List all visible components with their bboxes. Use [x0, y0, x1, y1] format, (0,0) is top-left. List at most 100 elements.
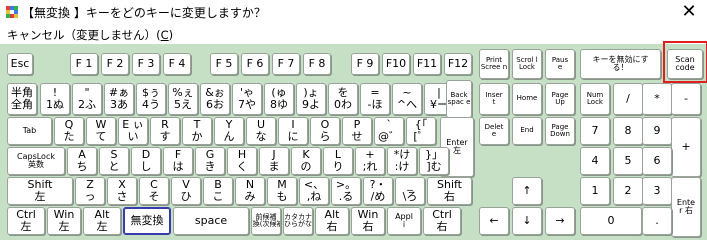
key-space[interactable]: space	[173, 207, 249, 235]
key-hankaku[interactable]: 半角 全角	[7, 83, 37, 115]
key-kj[interactable]: Jま	[259, 147, 289, 175]
key-delete[interactable]: Delet e	[479, 117, 509, 145]
key-lshift[interactable]: Shift 左	[7, 177, 73, 205]
close-icon[interactable]: ✕	[675, 1, 703, 23]
key-num5[interactable]: 5	[613, 147, 643, 175]
key-kk[interactable]: Kの	[291, 147, 321, 175]
key-kbracketl[interactable]: {「 [゜	[406, 117, 436, 145]
key-esc[interactable]: Esc	[7, 53, 33, 75]
key-kcomma[interactable]: <、 ,ね	[299, 177, 329, 205]
key-kx[interactable]: Xさ	[107, 177, 137, 205]
key-ks[interactable]: Sと	[99, 147, 129, 175]
key-lalt[interactable]: Alt 左	[83, 207, 121, 235]
key-insert[interactable]: Inser t	[479, 83, 509, 115]
key-ki[interactable]: Iに	[278, 117, 308, 145]
key-numenter[interactable]: Ente r 右	[671, 177, 701, 237]
key-kminus[interactable]: = -ほ	[360, 83, 390, 115]
cancel-menu-item[interactable]: キャンセル（変更しません）(C)	[7, 27, 173, 43]
key-k6[interactable]: &ぉ 6お	[200, 83, 230, 115]
key-k1[interactable]: ! 1ぬ	[40, 83, 70, 115]
key-kg[interactable]: Gき	[195, 147, 225, 175]
key-up[interactable]: ↑	[512, 177, 542, 205]
key-pause[interactable]: Paus e	[545, 49, 575, 79]
key-numminus[interactable]: -	[671, 83, 701, 115]
key-f12[interactable]: F12	[444, 53, 472, 75]
key-ralt[interactable]: Alt 右	[315, 207, 349, 235]
key-num1[interactable]: 1	[580, 177, 610, 205]
key-pageup[interactable]: Page Up	[545, 83, 575, 115]
key-num0[interactable]: 0	[580, 207, 642, 235]
key-numplus[interactable]: +	[671, 117, 701, 177]
key-kbackslash[interactable]: _ \ろ	[395, 177, 425, 205]
key-ke[interactable]: E ぃい	[118, 117, 148, 145]
key-k8[interactable]: (ゅ 8ゆ	[264, 83, 294, 115]
key-f7[interactable]: F 7	[272, 53, 300, 75]
key-scrolllock[interactable]: Scrol l Lock	[512, 49, 542, 79]
key-f8[interactable]: F 8	[303, 53, 331, 75]
key-kat[interactable]: ` @゛	[374, 117, 404, 145]
key-k0[interactable]: を 0わ	[328, 83, 358, 115]
key-kq[interactable]: Qた	[54, 117, 84, 145]
key-kslash[interactable]: ?・/め	[363, 177, 393, 205]
key-rwin[interactable]: Win 右	[351, 207, 385, 235]
key-kz[interactable]: Zっ	[75, 177, 105, 205]
key-f4[interactable]: F 4	[163, 53, 191, 75]
key-ka[interactable]: Aち	[67, 147, 97, 175]
key-right[interactable]: →	[545, 207, 575, 235]
key-rctrl[interactable]: Ctrl 右	[423, 207, 461, 235]
key-kd[interactable]: Dし	[131, 147, 161, 175]
key-f3[interactable]: F 3	[132, 53, 160, 75]
key-num3[interactable]: 3	[642, 177, 672, 205]
key-kana[interactable]: カタカナ ひらがな	[283, 207, 313, 235]
key-k7[interactable]: 'ゃ 7や	[232, 83, 262, 115]
key-end[interactable]: End	[512, 117, 542, 145]
key-num7[interactable]: 7	[580, 117, 610, 145]
key-kb[interactable]: Bこ	[203, 177, 233, 205]
key-numdot[interactable]: .	[642, 207, 672, 235]
key-kcaret[interactable]: ~ ^へ	[392, 83, 422, 115]
key-km[interactable]: Mも	[267, 177, 297, 205]
key-kn[interactable]: Nみ	[235, 177, 265, 205]
key-f11[interactable]: F11	[413, 53, 441, 75]
key-muhenkan[interactable]: 無変換	[123, 207, 171, 235]
key-f1[interactable]: F 1	[70, 53, 98, 75]
key-k9[interactable]: )ょ 9よ	[296, 83, 326, 115]
key-kcolon[interactable]: *け:け	[387, 147, 417, 175]
key-backspace[interactable]: Back spac e	[446, 80, 472, 118]
key-disable[interactable]: キーを無効にす る！	[580, 49, 661, 79]
key-numstar[interactable]: *	[642, 83, 672, 115]
key-apps[interactable]: Appl i	[387, 207, 421, 235]
key-ko[interactable]: Oら	[310, 117, 340, 145]
key-num4[interactable]: 4	[580, 147, 610, 175]
key-kc[interactable]: Cそ	[139, 177, 169, 205]
key-num6[interactable]: 6	[642, 147, 672, 175]
key-henkan[interactable]: 前候補変換(次候補)	[251, 207, 281, 235]
key-f9[interactable]: F 9	[351, 53, 379, 75]
key-ksemi[interactable]: + ;れ	[355, 147, 385, 175]
key-f6[interactable]: F 6	[241, 53, 269, 75]
key-kbracketr[interactable]: }」]む	[419, 147, 449, 175]
key-kperiod[interactable]: >。 .る	[331, 177, 361, 205]
key-num9[interactable]: 9	[642, 117, 672, 145]
key-scancode[interactable]: Scan code	[667, 49, 703, 79]
key-numlock[interactable]: Num Lock	[580, 83, 610, 115]
key-pagedown[interactable]: Page Down	[545, 117, 575, 145]
key-lwin[interactable]: Win 左	[47, 207, 81, 235]
key-home[interactable]: Home	[512, 83, 542, 115]
key-kp[interactable]: Pせ	[342, 117, 372, 145]
key-k5[interactable]: %ぇ 5え	[168, 83, 198, 115]
key-f2[interactable]: F 2	[101, 53, 129, 75]
key-capslock[interactable]: CapsLock 英数	[7, 147, 65, 175]
key-k2[interactable]: " 2ふ	[72, 83, 102, 115]
key-k3[interactable]: #ぁ 3あ	[104, 83, 134, 115]
key-kf[interactable]: Fは	[163, 147, 193, 175]
key-kl[interactable]: Lり	[323, 147, 353, 175]
key-kv[interactable]: Vひ	[171, 177, 201, 205]
key-kh[interactable]: Hく	[227, 147, 257, 175]
key-rshift[interactable]: Shift 右	[427, 177, 472, 205]
key-printscreen[interactable]: Print Scree n	[479, 49, 509, 79]
key-tab[interactable]: Tab	[7, 117, 52, 145]
key-f10[interactable]: F10	[382, 53, 410, 75]
key-kt[interactable]: Tか	[182, 117, 212, 145]
key-kw[interactable]: Wて	[86, 117, 116, 145]
